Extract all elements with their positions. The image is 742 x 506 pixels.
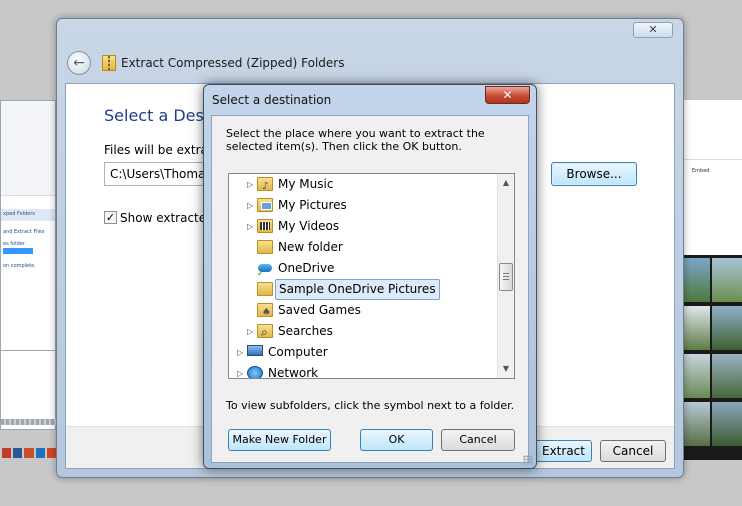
background-window-toolbar bbox=[1, 101, 55, 196]
expand-arrow-icon[interactable]: ▷ bbox=[247, 321, 253, 342]
background-window-sub: es folder bbox=[3, 241, 25, 247]
back-button[interactable]: ← bbox=[67, 51, 91, 75]
background-window-statusbar bbox=[1, 419, 57, 425]
background-window-item: and Extract Files bbox=[3, 229, 45, 235]
taskbar-app-icon[interactable] bbox=[2, 448, 12, 458]
expand-arrow-icon[interactable]: ▷ bbox=[247, 174, 253, 195]
tree-scrollbar[interactable]: ▲ ▼ bbox=[497, 174, 514, 378]
network-icon bbox=[247, 366, 263, 378]
folder-tree[interactable]: ▷ My Music ▷ My Pictures ▷ My Videos New… bbox=[228, 173, 515, 379]
dialog-title: Select a destination bbox=[212, 93, 332, 107]
tree-item-label: OneDrive bbox=[278, 261, 335, 275]
wizard-cancel-button[interactable]: Cancel bbox=[600, 440, 666, 462]
expand-arrow-icon[interactable]: ▷ bbox=[237, 363, 243, 378]
expand-arrow-icon[interactable]: ▷ bbox=[247, 195, 253, 216]
photo-thumbnail[interactable] bbox=[680, 306, 710, 350]
taskbar-app-icon[interactable] bbox=[24, 448, 34, 458]
resize-grip-icon[interactable] bbox=[523, 455, 533, 465]
wizard-title: Extract Compressed (Zipped) Folders bbox=[121, 56, 345, 70]
folder-icon bbox=[257, 282, 273, 296]
pictures-folder-icon bbox=[257, 198, 273, 212]
taskbar-icons bbox=[0, 448, 57, 462]
show-extracted-checkbox[interactable]: ✓ bbox=[104, 211, 117, 224]
make-new-folder-button[interactable]: Make New Folder bbox=[228, 429, 331, 451]
tree-item-label: My Pictures bbox=[278, 198, 347, 212]
background-window-header bbox=[676, 100, 742, 160]
photo-thumbnail[interactable] bbox=[712, 402, 742, 446]
videos-folder-icon bbox=[257, 219, 273, 233]
tree-item-label: My Videos bbox=[278, 219, 340, 233]
tree-item-label: Sample OneDrive Pictures bbox=[275, 279, 440, 300]
scrollbar-thumb[interactable] bbox=[499, 263, 513, 291]
select-destination-dialog: Select a destination ✕ Select the place … bbox=[203, 84, 537, 469]
tree-item-label: Network bbox=[268, 366, 319, 379]
background-window-selection bbox=[3, 248, 33, 254]
wizard-close-button[interactable]: ✕ bbox=[633, 22, 673, 38]
dialog-close-button[interactable]: ✕ bbox=[485, 86, 530, 104]
background-window-status: on complete. bbox=[3, 263, 36, 269]
photo-thumbnail[interactable] bbox=[712, 258, 742, 302]
photo-thumbnail[interactable] bbox=[680, 354, 710, 398]
tree-item-label: Saved Games bbox=[278, 303, 361, 317]
music-folder-icon bbox=[257, 176, 273, 197]
background-window-title: xped Folders bbox=[3, 211, 36, 217]
searches-icon bbox=[257, 322, 273, 343]
dialog-cancel-button[interactable]: Cancel bbox=[441, 429, 515, 451]
expand-arrow-icon[interactable]: ▷ bbox=[247, 216, 253, 237]
expand-arrow-icon[interactable]: ▷ bbox=[237, 342, 243, 363]
scroll-up-arrow-icon[interactable]: ▲ bbox=[498, 175, 514, 191]
background-window-right: Embed bbox=[676, 100, 742, 460]
ok-button[interactable]: OK bbox=[360, 429, 433, 451]
taskbar-app-icon[interactable] bbox=[46, 448, 57, 458]
photo-thumbnail[interactable] bbox=[712, 354, 742, 398]
destination-path-input[interactable]: C:\Users\Thomash bbox=[104, 162, 210, 186]
browse-button[interactable]: Browse... bbox=[551, 162, 637, 186]
background-window-panel bbox=[676, 160, 742, 255]
tree-item-label: My Music bbox=[278, 177, 334, 191]
onedrive-icon bbox=[257, 261, 273, 285]
subfolder-hint: To view subfolders, click the symbol nex… bbox=[226, 399, 515, 412]
extract-button[interactable]: Extract bbox=[529, 440, 592, 462]
folder-icon bbox=[257, 240, 273, 254]
background-window-left-lower bbox=[0, 350, 57, 430]
tree-item-label: New folder bbox=[278, 240, 343, 254]
taskbar-app-icon[interactable] bbox=[35, 448, 45, 458]
tree-item-label: Computer bbox=[268, 345, 328, 359]
photo-thumbnail[interactable] bbox=[680, 258, 710, 302]
computer-icon bbox=[247, 345, 263, 356]
dialog-content: Select the place where you want to extra… bbox=[211, 115, 529, 463]
tree-item-label: Searches bbox=[278, 324, 333, 338]
photo-thumbnail[interactable] bbox=[712, 306, 742, 350]
back-arrow-icon: ← bbox=[73, 55, 85, 71]
taskbar-app-icon[interactable] bbox=[13, 448, 23, 458]
background-window-tab: Embed bbox=[692, 168, 710, 174]
photo-thumbnail[interactable] bbox=[680, 402, 710, 446]
scroll-down-arrow-icon[interactable]: ▼ bbox=[498, 361, 514, 377]
zip-folder-icon bbox=[102, 55, 116, 71]
saved-games-icon bbox=[257, 302, 273, 323]
dialog-instructions: Select the place where you want to extra… bbox=[226, 127, 485, 153]
